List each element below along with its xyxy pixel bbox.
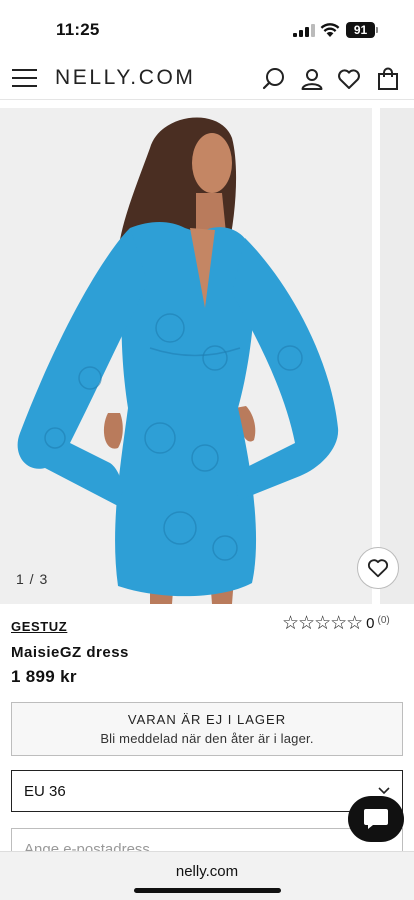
rating-count: (0) [377,614,390,626]
out-of-stock-notice: VARAN ÄR EJ I LAGER Bli meddelad när den… [11,702,403,756]
home-indicator[interactable] [134,888,281,893]
add-to-wishlist-button[interactable] [357,547,399,589]
wifi-icon [320,23,340,37]
product-image[interactable]: 1 / 3 [0,108,372,604]
chat-button[interactable] [348,796,404,842]
chevron-down-icon [378,787,390,795]
brand-logo[interactable]: NELLY.COM [55,66,196,90]
next-product-image[interactable] [380,108,414,604]
model-illustration [0,108,372,604]
chat-bubble-icon [364,809,388,829]
size-select[interactable]: EU 36 [11,770,403,812]
cellular-signal-icon [293,24,315,37]
status-bar: 11:25 91 [0,0,414,58]
bag-icon[interactable] [376,67,400,91]
rating-value: 0 [366,614,375,632]
product-price: 1 899 kr [11,667,77,686]
heart-icon[interactable] [337,67,361,91]
product-rating[interactable]: ☆☆☆☆☆ 0 (0) [282,612,390,634]
selected-size: EU 36 [24,783,66,800]
account-icon[interactable] [300,67,324,91]
star-rating-icons: ☆☆☆☆☆ [282,612,363,634]
image-counter: 1 / 3 [16,571,49,587]
browser-url[interactable]: nelly.com [0,863,414,880]
site-header: NELLY.COM [0,58,414,100]
heart-icon [367,559,389,578]
battery-cap [376,27,378,33]
battery-level: 91 [346,22,375,38]
stock-status-title: VARAN ÄR EJ I LAGER [127,712,287,727]
stock-status-subtitle: Bli meddelad när den åter är i lager. [100,731,314,746]
search-icon[interactable] [262,67,286,91]
browser-address-bar[interactable]: nelly.com [0,851,414,900]
menu-icon[interactable] [12,69,37,87]
product-brand-link[interactable]: GESTUZ [11,619,67,634]
status-time: 11:25 [56,20,100,39]
product-title: MaisieGZ dress [11,644,129,661]
product-gallery[interactable]: 1 / 3 [0,108,414,604]
battery-indicator: 91 [346,22,378,38]
